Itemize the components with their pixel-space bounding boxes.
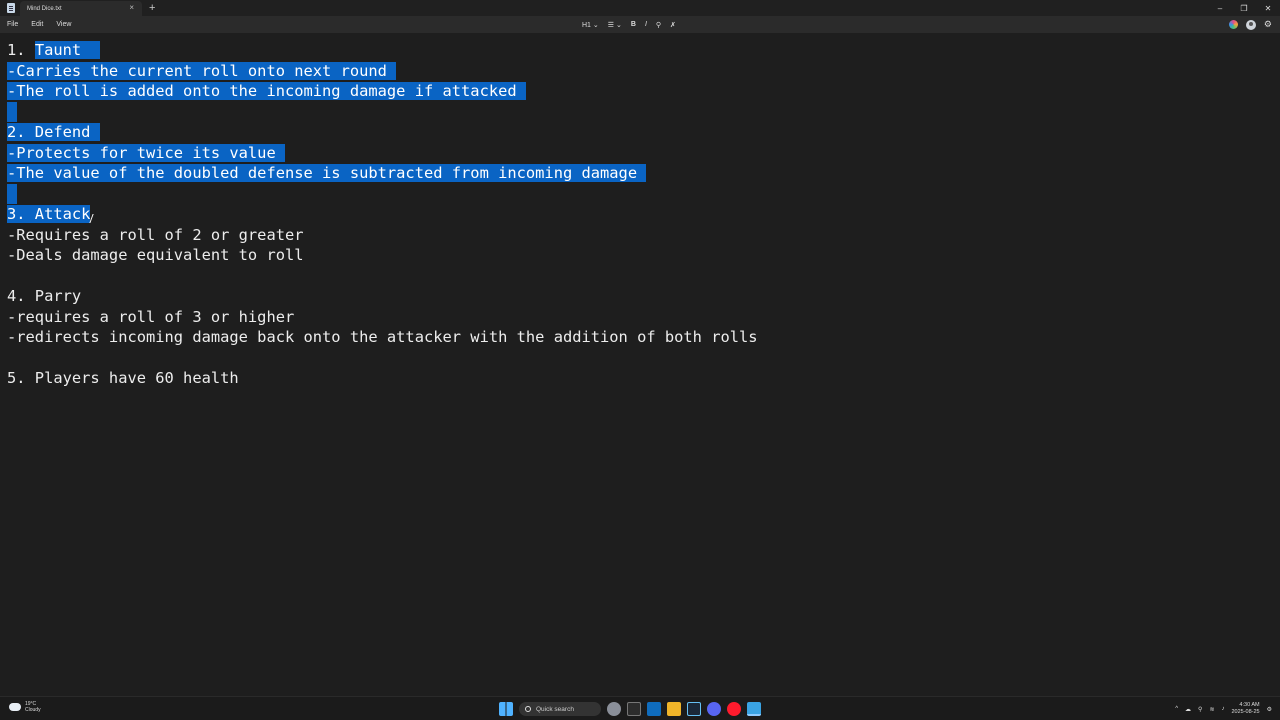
- editor-line-1: 1. Taunt: [7, 40, 100, 61]
- weather-text: 19°C Cloudy: [25, 701, 41, 713]
- editor-line-3: -The roll is added onto the incoming dam…: [7, 81, 526, 102]
- editor-line-17: 5. Players have 60 health: [7, 369, 239, 387]
- menu-edit[interactable]: Edit: [31, 21, 43, 28]
- list-dropdown[interactable]: ☰ ⌄: [608, 21, 622, 29]
- editor-line-13: 4. Parry: [7, 287, 82, 305]
- selected-text: -Protects for twice its value: [7, 143, 285, 162]
- copilot-taskbar-icon[interactable]: [607, 702, 621, 716]
- search-placeholder: Quick search: [536, 705, 574, 713]
- editor-line-10: -Requires a roll of 2 or greater: [7, 225, 304, 244]
- onedrive-icon[interactable]: ☁: [1185, 706, 1191, 713]
- steam-icon[interactable]: [687, 702, 701, 716]
- maximize-button[interactable]: ❐: [1232, 0, 1256, 16]
- windows-taskbar: 19°C Cloudy Quick search ^ ☁ ⚲ ≋ ♪ 4:30 …: [0, 696, 1280, 720]
- clock-time: 4:30 AM: [1239, 702, 1260, 708]
- selected-empty-line: [7, 101, 17, 122]
- wifi-icon[interactable]: ≋: [1209, 706, 1214, 713]
- search-icon: [525, 706, 531, 712]
- volume-icon[interactable]: ♪: [1221, 706, 1224, 712]
- header-right-tools: ⚙: [1228, 16, 1272, 33]
- menu-view[interactable]: View: [56, 21, 71, 28]
- editor-line-6: -Protects for twice its value: [7, 143, 285, 164]
- weather-widget[interactable]: 19°C Cloudy: [9, 701, 41, 713]
- list-icon: ☰: [607, 21, 615, 29]
- mouse-cursor-icon: [89, 214, 99, 223]
- link-icon[interactable]: ⚲: [656, 21, 661, 29]
- editor-line-5: 2. Defend: [7, 122, 100, 143]
- editor-line-2: -Carries the current roll onto next roun…: [7, 61, 397, 82]
- system-clock[interactable]: 4:30 AM 2025-08-25: [1231, 702, 1259, 716]
- cloud-icon: [9, 703, 21, 711]
- selected-text: 3. Attack: [7, 205, 91, 223]
- tab-title: Mind Dice.txt: [27, 5, 62, 12]
- clear-formatting-icon[interactable]: ✗: [670, 21, 676, 29]
- italic-button[interactable]: I: [645, 21, 647, 28]
- editor-line-11: -Deals damage equivalent to roll: [7, 246, 304, 264]
- file-explorer-icon[interactable]: [667, 702, 681, 716]
- bold-button[interactable]: B: [631, 21, 636, 28]
- editor-line-15: -redirects incoming damage back onto the…: [7, 328, 758, 346]
- tray-overflow-chevron-icon[interactable]: ^: [1175, 706, 1178, 712]
- tab-mind-dice[interactable]: Mind Dice.txt ×: [20, 1, 142, 16]
- selected-text: Taunt: [34, 41, 100, 59]
- task-view-icon[interactable]: [627, 702, 641, 716]
- close-button[interactable]: ✕: [1256, 0, 1280, 16]
- clock-date: 2025-08-25: [1231, 709, 1260, 715]
- heading-label: H1: [582, 21, 591, 29]
- editor-line-7: -The value of the doubled defense is sub…: [7, 163, 647, 184]
- selected-text: 2. Defend: [7, 123, 100, 141]
- discord-icon[interactable]: [707, 702, 721, 716]
- location-icon[interactable]: ⚲: [1198, 706, 1202, 713]
- selected-text: -Carries the current roll onto next roun…: [7, 61, 397, 80]
- minimize-button[interactable]: –: [1208, 0, 1232, 16]
- selected-text: -The value of the doubled defense is sub…: [7, 164, 647, 182]
- opera-icon[interactable]: [727, 702, 741, 716]
- taskbar-search[interactable]: Quick search: [519, 702, 601, 716]
- notepad-app-icon: [7, 3, 15, 13]
- menu-bar: File Edit View H1 ⌄ ☰ ⌄ B I ⚲ ✗ ⚙: [0, 16, 1280, 33]
- format-toolbar: H1 ⌄ ☰ ⌄ B I ⚲ ✗: [582, 16, 676, 33]
- outlook-icon[interactable]: [647, 702, 661, 716]
- selected-text: -The roll is added onto the incoming dam…: [7, 82, 526, 100]
- taskbar-apps: Quick search: [499, 700, 761, 718]
- account-avatar[interactable]: [1245, 19, 1256, 30]
- menu-file[interactable]: File: [7, 21, 18, 28]
- notepad-taskbar-icon[interactable]: [747, 702, 761, 716]
- selected-empty-line: [7, 183, 17, 204]
- windows-start-icon[interactable]: [499, 702, 513, 716]
- notification-gear-icon[interactable]: ⚙: [1267, 706, 1272, 713]
- editor-line-14: -requires a roll of 3 or higher: [7, 307, 295, 326]
- editor-line-9: 3. Attack: [7, 204, 91, 225]
- copilot-icon[interactable]: [1228, 20, 1238, 29]
- text-editor[interactable]: 1. Taunt -Carries the current roll onto …: [0, 33, 1280, 696]
- tab-close-icon[interactable]: ×: [129, 3, 134, 12]
- title-bar: Mind Dice.txt × + – ❐ ✕: [0, 0, 1280, 16]
- chevron-down-icon: ⌄: [616, 21, 622, 29]
- system-tray: ^ ☁ ⚲ ≋ ♪ 4:30 AM 2025-08-25 ⚙: [1175, 697, 1272, 720]
- chevron-down-icon: ⌄: [592, 21, 599, 29]
- weather-condition: Cloudy: [25, 707, 41, 713]
- gear-icon[interactable]: ⚙: [1264, 19, 1272, 30]
- heading-dropdown[interactable]: H1 ⌄: [582, 21, 599, 29]
- line-number-prefix: 1.: [7, 41, 35, 59]
- new-tab-button[interactable]: +: [149, 0, 155, 16]
